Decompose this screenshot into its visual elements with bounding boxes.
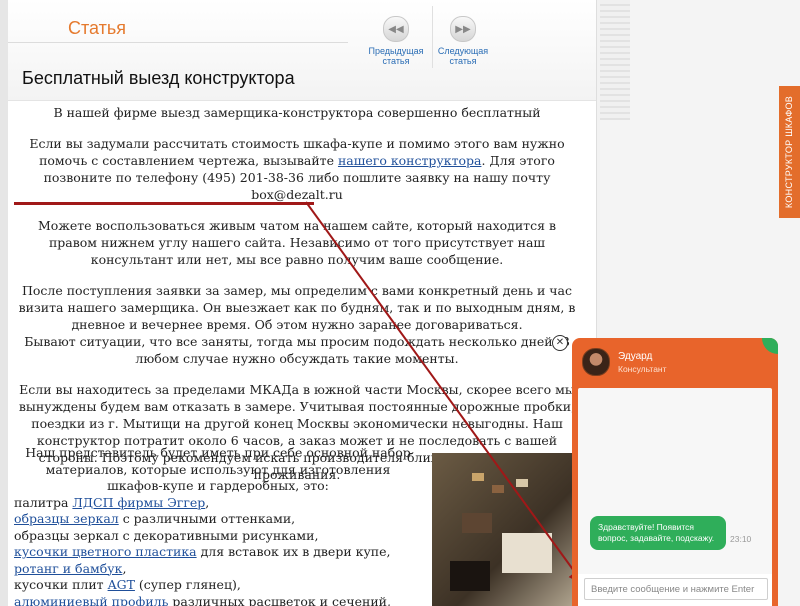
material-link[interactable]: ротанг и бамбук <box>14 561 122 576</box>
materials-list: Наш представитель будет иметь при себе о… <box>8 445 428 606</box>
material-link[interactable]: кусочки цветного пластика <box>14 544 197 559</box>
material-link[interactable]: AGT <box>108 577 135 592</box>
chat-paragraph: Можете воспользоваться живым чатом на на… <box>14 217 580 268</box>
material-item: образцы зеркал с декоративными рисунками… <box>14 528 428 545</box>
material-text: палитра <box>14 494 73 510</box>
operator-name: Эдуард <box>618 351 653 362</box>
chat-message-time: 23:10 <box>730 534 752 544</box>
material-link[interactable]: образцы зеркал <box>14 511 119 526</box>
page-background-left <box>0 0 8 606</box>
next-article-button[interactable]: ▶▶ Следующая статья <box>428 16 498 66</box>
material-text: (супер глянец), <box>134 577 241 592</box>
prev-label-line1: Предыдущая <box>368 46 424 56</box>
material-item: ротанг и бамбук, <box>14 561 428 578</box>
photo-swatch <box>462 513 492 533</box>
operator-role: Консультант <box>618 364 667 374</box>
constructor-side-tab[interactable]: КОНСТРУКТОР ШКАФОВ <box>779 86 800 218</box>
rewind-icon: ◀◀ <box>383 16 409 42</box>
order-paragraph: Если вы задумали рассчитать стоимость шк… <box>14 135 580 203</box>
material-item: алюминиевый профиль различных расцветок … <box>14 594 428 606</box>
prev-label-line2: статья <box>382 56 410 66</box>
photo-swatch <box>502 533 552 573</box>
fast-forward-icon: ▶▶ <box>450 16 476 42</box>
page-title: Бесплатный выезд конструктора <box>22 68 295 88</box>
material-item: палитра ЛДСП фирмы Эггер, <box>14 495 428 512</box>
intro-paragraph: В нашей фирме выезд замерщика-конструкто… <box>53 105 541 120</box>
close-icon[interactable]: ✕ <box>552 335 568 351</box>
side-tab-label: КОНСТРУКТОР ШКАФОВ <box>784 95 795 209</box>
material-item: образцы зеркал с различными оттенками, <box>14 511 428 528</box>
material-item: кусочки цветного пластика для вставок их… <box>14 544 428 561</box>
material-text: , <box>122 560 127 576</box>
article-body: В нашей фирме выезд замерщика-конструкто… <box>14 104 580 497</box>
material-link[interactable]: алюминиевый профиль <box>14 594 168 606</box>
photo-swatch <box>492 485 504 493</box>
avatar <box>582 348 610 376</box>
live-chat-widget: Эдуард Консультант Здравствуйте! Появитс… <box>572 338 778 606</box>
next-label-line1: Следующая <box>437 46 489 56</box>
article-header: Статья ◀◀ Предыдущая статья ▶▶ Следующая с… <box>8 0 596 101</box>
photo-swatch <box>516 479 528 487</box>
material-link[interactable]: ЛДСП фирмы Эггер <box>72 495 205 510</box>
chat-message-input[interactable] <box>584 578 768 600</box>
constructor-link[interactable]: нашего конструктора <box>338 153 482 168</box>
material-text: с различными оттенками, <box>118 511 296 526</box>
next-label-line2: статья <box>449 56 477 66</box>
title-divider <box>8 42 348 43</box>
article-panel: Статья ◀◀ Предыдущая статья ▶▶ Следующая с… <box>8 0 597 606</box>
photo-swatch <box>472 473 484 481</box>
visit-paragraph-a: После поступления заявки за замер, мы оп… <box>18 283 576 332</box>
materials-items: палитра ЛДСП фирмы Эггер, образцы зеркал … <box>8 495 428 606</box>
online-indicator <box>762 338 778 354</box>
material-text: кусочки плит <box>14 577 108 592</box>
prev-article-button[interactable]: ◀◀ Предыдущая статья <box>361 16 431 66</box>
visit-paragraph-b: Бывают ситуации, что все заняты, тогда м… <box>24 334 570 366</box>
chat-text-a: Можете воспользоваться живым чатом на на… <box>38 218 409 233</box>
materials-intro: Наш представитель будет иметь при себе о… <box>25 445 411 493</box>
highlight-underline <box>14 202 314 205</box>
material-text: для вставок их в двери купе, <box>196 544 391 559</box>
material-text: различных расцветок и сечений, <box>168 593 391 606</box>
materials-photo <box>432 453 574 606</box>
chat-message-bubble: Здравствуйте! Появится вопрос, задавайте… <box>590 516 726 550</box>
material-item: кусочки плит AGT (супер глянец), <box>14 577 428 594</box>
photo-swatch <box>450 561 490 591</box>
material-text: , <box>205 494 210 510</box>
background-texture <box>600 0 630 120</box>
section-title: Статья <box>68 18 127 38</box>
material-text: образцы зеркал с декоративными рисунками… <box>14 527 319 543</box>
chat-messages: Здравствуйте! Появится вопрос, задавайте… <box>578 388 772 578</box>
